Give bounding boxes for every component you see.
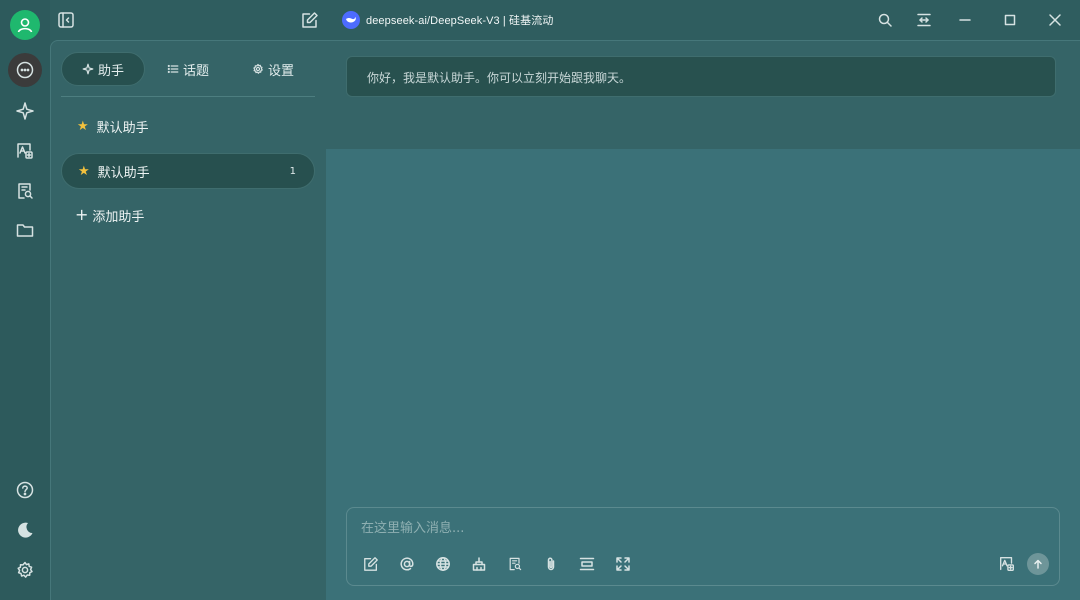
fullscreen-button[interactable] <box>613 554 633 574</box>
expand-input-button[interactable] <box>577 554 597 574</box>
add-assistant-button[interactable]: + 添加助手 <box>75 205 144 225</box>
close-button[interactable] <box>1045 10 1065 30</box>
rail-files-button[interactable] <box>8 213 42 247</box>
welcome-message: 你好，我是默认助手。你可以立刻开始跟我聊天。 <box>346 56 1056 97</box>
rail-agents-button[interactable] <box>8 94 42 128</box>
web-search-button[interactable] <box>433 554 453 574</box>
gear-icon <box>253 63 263 74</box>
new-topic-button[interactable] <box>300 10 320 30</box>
list-icon <box>167 64 179 74</box>
search-button[interactable] <box>875 10 895 30</box>
send-button[interactable] <box>1027 553 1049 575</box>
assistant-panel: 助手 话题 设置 ★ 默认助手 ★ 默认助手 1 + 添加助手 <box>50 40 326 600</box>
title-bar: deepseek-ai/DeepSeek-V3 | 硅基流动 <box>326 0 1080 40</box>
rail-help-button[interactable] <box>8 473 42 507</box>
tab-label: 话题 <box>182 63 209 79</box>
minimize-icon <box>959 19 971 21</box>
knowledge-base-button[interactable] <box>505 554 525 574</box>
knowledge-icon <box>509 557 522 571</box>
star-icon: ★ <box>78 163 90 179</box>
maximize-icon <box>1004 14 1016 26</box>
user-icon <box>17 18 33 33</box>
assistant-label: 默认助手 <box>97 165 150 181</box>
panel-tabs: 助手 话题 设置 <box>61 52 315 86</box>
narrow-mode-button[interactable] <box>914 10 934 30</box>
new-topic-tool-button[interactable] <box>361 554 381 574</box>
search-doc-icon <box>18 183 33 199</box>
clear-context-button[interactable] <box>469 554 489 574</box>
sparkle-icon <box>16 102 34 120</box>
star-icon: ★ <box>77 118 89 134</box>
avatar[interactable] <box>10 10 40 40</box>
new-topic-icon <box>364 557 378 571</box>
tab-settings[interactable]: 设置 <box>231 52 315 86</box>
attach-icon <box>547 557 555 571</box>
rail-paintings-button[interactable] <box>8 134 42 168</box>
gear-icon <box>17 561 33 578</box>
chat-icon <box>16 61 34 79</box>
minimize-button[interactable] <box>955 10 975 30</box>
sidebar-toggle-icon <box>58 12 74 28</box>
model-title[interactable]: deepseek-ai/DeepSeek-V3 | 硅基流动 <box>366 12 553 28</box>
search-icon <box>878 13 892 27</box>
moon-icon <box>18 522 33 538</box>
icon-rail <box>0 0 50 600</box>
mention-icon <box>400 557 414 571</box>
translate-button[interactable] <box>997 554 1017 574</box>
clear-icon <box>472 557 486 571</box>
tab-label: 助手 <box>97 63 124 79</box>
assistant-label: 默认助手 <box>96 120 149 136</box>
add-assistant-label: 添加助手 <box>92 209 145 225</box>
tab-topics[interactable]: 话题 <box>145 52 231 86</box>
mention-model-button[interactable] <box>397 554 417 574</box>
send-icon <box>1034 559 1042 569</box>
maximize-button[interactable] <box>1000 10 1020 30</box>
close-icon <box>1049 14 1061 26</box>
translate-icon <box>1000 557 1014 571</box>
help-icon <box>16 481 34 499</box>
topic-count-badge: 1 <box>289 165 296 177</box>
assistant-item[interactable]: ★ 默认助手 <box>61 108 315 144</box>
chat-area: 你好，我是默认助手。你可以立刻开始跟我聊天。 <box>326 40 1080 600</box>
sparkle-icon <box>82 63 94 75</box>
rail-docs-button[interactable] <box>8 174 42 208</box>
assistant-item-active[interactable]: ★ 默认助手 1 <box>61 153 315 189</box>
tab-assistants[interactable]: 助手 <box>61 52 145 86</box>
tab-label: 设置 <box>267 63 294 79</box>
message-input[interactable] <box>361 518 961 538</box>
rail-settings-button[interactable] <box>8 553 42 587</box>
toggle-sidebar-button[interactable] <box>56 10 76 30</box>
web-search-icon <box>436 557 450 571</box>
rail-theme-button[interactable] <box>8 513 42 547</box>
attach-file-button[interactable] <box>541 554 561 574</box>
message-composer <box>346 507 1060 586</box>
folder-icon <box>16 224 34 237</box>
whale-icon <box>346 17 356 23</box>
deepseek-logo-icon <box>342 11 360 29</box>
divider <box>61 96 315 97</box>
fullscreen-icon <box>616 557 630 571</box>
edit-icon <box>302 12 318 28</box>
expand-line-icon <box>579 557 595 571</box>
plus-icon: + <box>75 205 89 224</box>
rail-chat-button[interactable] <box>8 53 42 87</box>
narrow-icon <box>917 13 931 27</box>
translate-icon <box>17 143 33 159</box>
